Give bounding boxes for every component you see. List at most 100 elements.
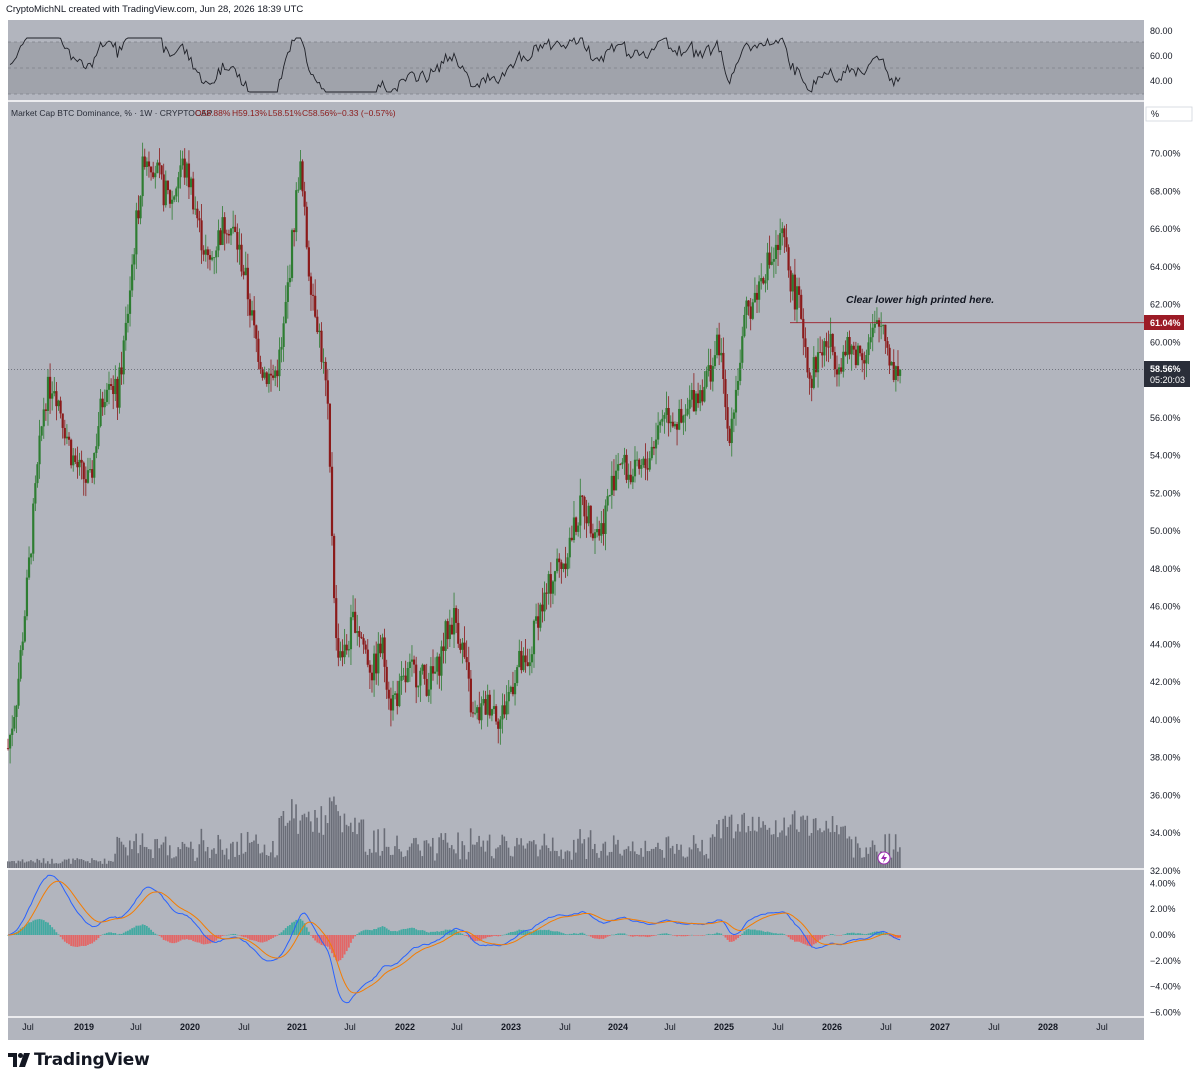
macd-hist-bar xyxy=(364,929,367,935)
volume-bar xyxy=(394,846,396,868)
tradingview-logo[interactable]: TradingView xyxy=(8,1048,150,1072)
volume-bar xyxy=(648,851,651,868)
macd-hist-bar xyxy=(627,935,630,936)
macd-hist-bar xyxy=(488,935,491,937)
volume-bar xyxy=(829,832,832,868)
volume-bar xyxy=(846,838,849,868)
volume-bar xyxy=(213,848,215,868)
macd-hist-bar xyxy=(442,930,445,935)
macd-hist-bar xyxy=(198,935,201,943)
macd-hist-bar xyxy=(34,919,37,935)
macd-hist-bar xyxy=(747,929,750,935)
macd-hist-bar xyxy=(541,930,544,935)
macd-hist-bar xyxy=(408,927,411,935)
volume-bar xyxy=(354,817,356,868)
volume-bar xyxy=(192,848,194,868)
macd-hist-bar xyxy=(463,935,466,936)
volume-bar xyxy=(579,829,581,868)
macd-hist-bar xyxy=(644,935,647,937)
volume-bar xyxy=(30,860,32,868)
time-scale[interactable]: Jul 2019 Jul 2020 Jul 2021 Jul 2022 Jul 2023 Jul 20… xyxy=(22,1022,1108,1032)
volume-bar xyxy=(867,853,870,868)
macd-hist-bar xyxy=(758,930,761,935)
volume-bar xyxy=(265,855,268,868)
volume-bar xyxy=(276,855,278,868)
volume-bar xyxy=(242,853,245,868)
volume-bar xyxy=(707,858,710,868)
volume-bar xyxy=(808,835,811,868)
volume-bar xyxy=(248,842,251,868)
macd-hist-bar xyxy=(842,934,845,936)
macd-hist-bar xyxy=(280,932,283,935)
volume-bar xyxy=(819,828,821,868)
volume-bar xyxy=(606,855,609,868)
macd-hist-bar xyxy=(379,927,382,935)
volume-bar xyxy=(366,854,369,868)
volume-bar xyxy=(295,804,297,868)
macd-hist-bar xyxy=(240,935,243,937)
macd-hist-bar xyxy=(701,935,704,936)
macd-hist-bar xyxy=(684,935,687,937)
macd-hist-bar xyxy=(383,926,386,935)
volume-bar xyxy=(284,825,287,868)
rsi-pane[interactable] xyxy=(8,36,1144,95)
macd-hist-bar xyxy=(381,926,384,935)
volume-bar xyxy=(511,856,514,868)
candle xyxy=(587,502,590,527)
price-tick-label: 34.00% xyxy=(1150,828,1181,838)
candle xyxy=(290,228,294,282)
volume-bar xyxy=(204,851,207,868)
volume-bar xyxy=(398,849,400,868)
macd-hist-bar xyxy=(732,935,735,942)
legend-low: L58.51% xyxy=(268,108,302,118)
macd-hist-bar xyxy=(514,931,516,935)
macd-hist-bar xyxy=(232,933,235,935)
macd-hist-bar xyxy=(697,935,699,936)
volume-bar xyxy=(322,834,325,868)
volume-bar xyxy=(11,861,13,868)
lightning-icon[interactable] xyxy=(877,851,891,865)
volume-bar xyxy=(684,857,687,868)
macd-hist-bar xyxy=(695,935,697,936)
volume-bar xyxy=(655,847,657,868)
volume-bar xyxy=(154,839,156,868)
time-tick-label: 2020 xyxy=(180,1022,200,1032)
volume-bar xyxy=(671,845,674,868)
macd-hist-bar xyxy=(575,933,577,935)
macd-hist-bar xyxy=(122,932,125,935)
macd-hist-bar xyxy=(228,934,230,936)
volume-bar xyxy=(36,858,39,868)
chart-area[interactable]: Clear lower high printed here. Market Ca… xyxy=(0,20,1200,1040)
volume-bar xyxy=(413,838,415,868)
volume-bar xyxy=(869,847,872,868)
volume-bar xyxy=(84,861,87,868)
macd-hist-bar xyxy=(800,935,803,943)
volume-bar xyxy=(59,863,62,868)
volume-bar xyxy=(524,848,527,868)
volume-bar xyxy=(520,838,522,868)
volume-bar xyxy=(116,836,119,868)
volume-bar xyxy=(480,846,482,868)
rsi-tick-label: 80.00 xyxy=(1150,26,1173,36)
volume-bar xyxy=(854,836,857,868)
macd-hist-bar xyxy=(682,935,685,937)
price-tick-label: 56.00% xyxy=(1150,413,1181,423)
volume-bar xyxy=(99,861,102,868)
volume-bar xyxy=(709,837,712,868)
volume-bar xyxy=(857,843,859,868)
volume-bar xyxy=(190,841,192,868)
annotation-text[interactable]: Clear lower high printed here. xyxy=(846,294,994,306)
volume-bar xyxy=(46,861,49,868)
macd-hist-bar xyxy=(600,935,603,939)
volume-bar xyxy=(814,818,817,868)
volume-bar xyxy=(202,840,205,868)
volume-bar xyxy=(535,844,537,868)
macd-hist-bar xyxy=(558,931,561,935)
volume-bar xyxy=(347,826,350,868)
time-tick-label: 2026 xyxy=(822,1022,842,1032)
attribution-header: CryptoMichNL created with TradingView.co… xyxy=(0,0,1200,20)
macd-hist-bar xyxy=(779,933,782,935)
volume-bar xyxy=(469,828,472,868)
volume-bar xyxy=(753,830,756,868)
macd-hist-bar xyxy=(154,933,157,935)
